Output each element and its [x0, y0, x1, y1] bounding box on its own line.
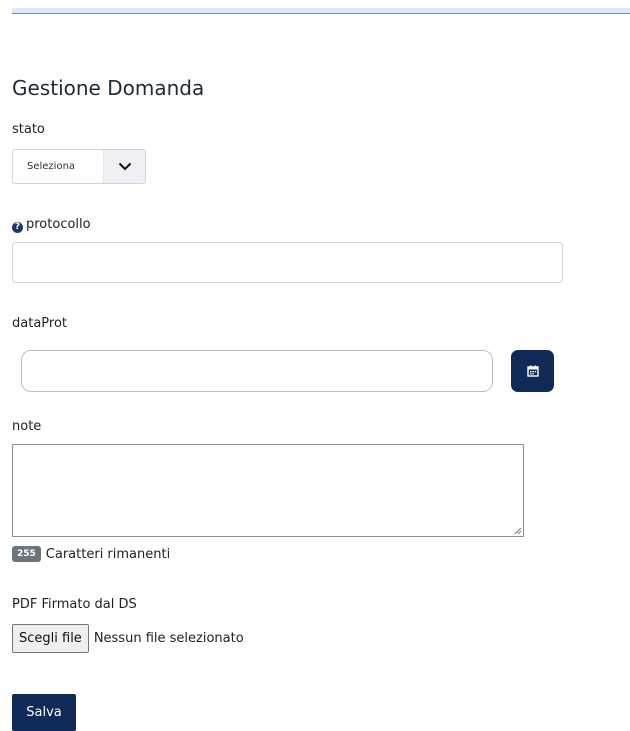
question-circle-icon[interactable]: ?: [12, 221, 23, 233]
stato-select[interactable]: Seleziona: [12, 149, 146, 184]
remaining-count-badge: 255: [12, 546, 41, 562]
dataprot-label: dataProt: [12, 316, 68, 331]
note-textarea[interactable]: [12, 444, 524, 537]
choose-file-button[interactable]: Scegli file: [12, 624, 89, 653]
chevron-down-icon: [103, 150, 145, 183]
char-counter: 255 Caratteri rimanenti: [12, 546, 170, 562]
calendar-button[interactable]: [511, 350, 554, 392]
save-button[interactable]: Salva: [12, 694, 76, 731]
page: Gestione Domanda stato Seleziona ? protoc…: [0, 0, 630, 731]
file-status-text: Nessun file selezionato: [93, 631, 244, 646]
stato-label: stato: [12, 122, 45, 137]
protocollo-label-row: ? protocollo: [12, 217, 91, 233]
resize-grip-icon[interactable]: [514, 527, 522, 535]
header-divider: [12, 8, 630, 14]
remaining-text: Caratteri rimanenti: [45, 546, 171, 562]
protocollo-input[interactable]: [12, 242, 563, 283]
stato-selected-value: Seleziona: [27, 161, 76, 172]
protocollo-label: protocollo: [26, 217, 91, 232]
calendar-icon: [526, 365, 539, 377]
pdf-label: PDF Firmato dal DS: [12, 597, 137, 612]
note-label: note: [12, 419, 42, 434]
pdf-file-input: Scegli file Nessun file selezionato: [12, 624, 244, 653]
page-title: Gestione Domanda: [12, 76, 205, 100]
dataprot-input[interactable]: [21, 350, 493, 392]
